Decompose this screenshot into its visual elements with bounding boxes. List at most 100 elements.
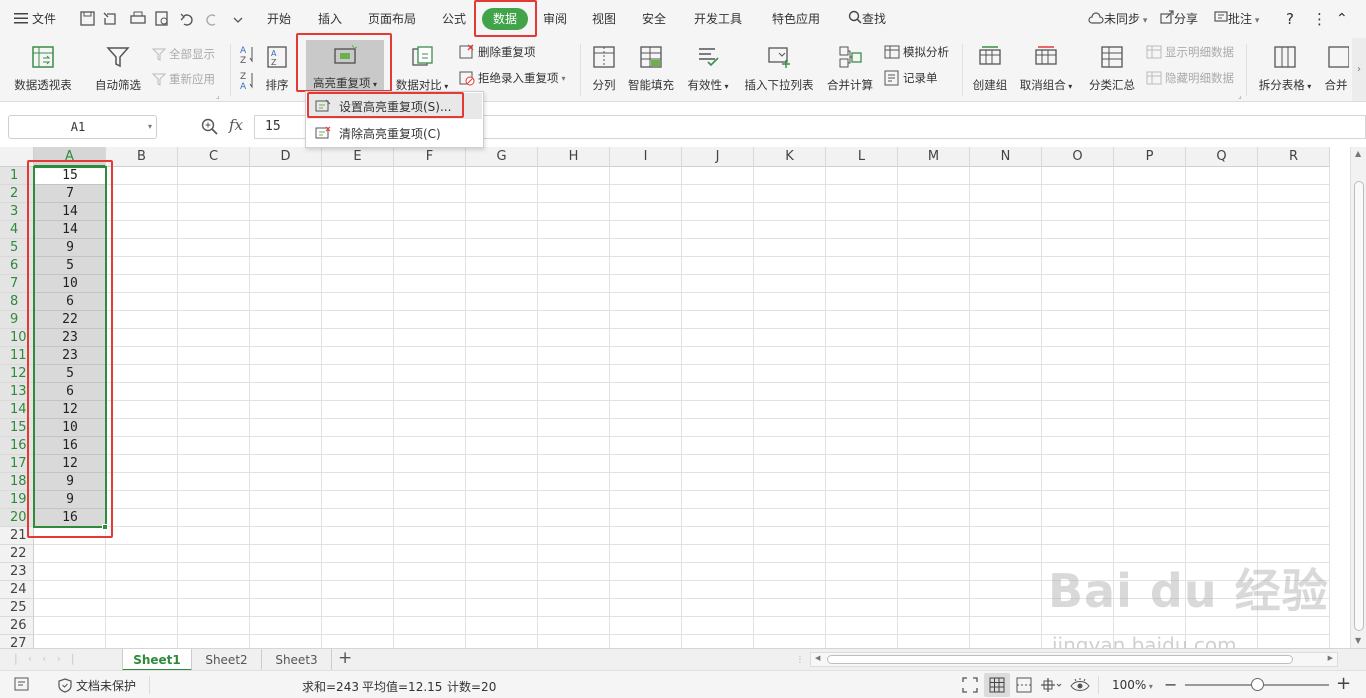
tab-developer[interactable]: 开发工具: [694, 0, 742, 38]
row-header[interactable]: 11: [0, 347, 34, 365]
column-header[interactable]: B: [106, 147, 178, 167]
cell-a8[interactable]: 6: [34, 293, 106, 311]
column-header[interactable]: Q: [1186, 147, 1258, 167]
row-header[interactable]: 9: [0, 311, 34, 329]
column-header[interactable]: L: [826, 147, 898, 167]
scroll-left-icon[interactable]: ◀: [815, 654, 820, 662]
add-sheet-icon[interactable]: +: [338, 648, 352, 668]
select-all-corner[interactable]: [0, 147, 34, 167]
column-header[interactable]: J: [682, 147, 754, 167]
document-protection-status[interactable]: 文档未保护: [58, 677, 136, 694]
row-header[interactable]: 4: [0, 221, 34, 239]
column-header[interactable]: G: [466, 147, 538, 167]
clear-highlight-duplicates-item[interactable]: 清除高亮重复项(C): [307, 120, 482, 146]
cell-a20[interactable]: 16: [34, 509, 106, 527]
row-header[interactable]: 25: [0, 599, 34, 617]
row-header[interactable]: 13: [0, 383, 34, 401]
tab-security[interactable]: 安全: [642, 0, 666, 38]
sheet-tab-2[interactable]: Sheet2: [192, 649, 262, 671]
column-header[interactable]: I: [610, 147, 682, 167]
tab-split-handle-icon[interactable]: ⋮: [796, 655, 804, 664]
scroll-right-icon[interactable]: ▶: [1328, 654, 1333, 662]
cell-a12[interactable]: 5: [34, 365, 106, 383]
cell-a5[interactable]: 9: [34, 239, 106, 257]
split-table-button[interactable]: 拆分表格 ▾: [1254, 44, 1316, 93]
column-header[interactable]: E: [322, 147, 394, 167]
cell-a14[interactable]: 12: [34, 401, 106, 419]
cell-a15[interactable]: 10: [34, 419, 106, 437]
cell-a2[interactable]: 7: [34, 185, 106, 203]
name-box[interactable]: A1 ▾: [8, 115, 157, 139]
validity-button[interactable]: 有效性 ▾: [684, 44, 732, 93]
horizontal-scroll-thumb[interactable]: [827, 655, 1293, 664]
subtotal-button[interactable]: 分类汇总: [1086, 44, 1138, 93]
sort-za-button[interactable]: ZA: [240, 70, 256, 93]
reject-duplicates-button[interactable]: 拒绝录入重复项 ▾: [459, 70, 566, 86]
row-header[interactable]: 5: [0, 239, 34, 257]
cell-a17[interactable]: 12: [34, 455, 106, 473]
zoom-level[interactable]: 100% ▾: [1112, 678, 1153, 692]
cell-a18[interactable]: 9: [34, 473, 106, 491]
page-mode-icon[interactable]: [14, 677, 32, 696]
ribbon-scroll-right-icon[interactable]: ›: [1352, 38, 1366, 101]
sheet-tab-3[interactable]: Sheet3: [262, 649, 332, 671]
normal-view-button[interactable]: [984, 673, 1010, 697]
cell-a3[interactable]: 14: [34, 203, 106, 221]
row-header[interactable]: 8: [0, 293, 34, 311]
row-header[interactable]: 3: [0, 203, 34, 221]
collapse-ribbon-icon[interactable]: ⌃: [1336, 0, 1348, 38]
row-header[interactable]: 6: [0, 257, 34, 275]
merge-table-button[interactable]: 合并: [1322, 44, 1350, 93]
row-header[interactable]: 23: [0, 563, 34, 581]
scroll-up-icon[interactable]: ▲: [1355, 149, 1361, 158]
split-column-button[interactable]: 分列: [588, 44, 620, 93]
share-button[interactable]: 分享: [1160, 0, 1198, 38]
record-form-button[interactable]: 记录单: [884, 70, 938, 86]
row-header[interactable]: 1: [0, 167, 34, 185]
create-group-button[interactable]: 创建组: [970, 44, 1010, 93]
zoom-in-icon[interactable]: +: [1336, 673, 1351, 694]
row-header[interactable]: 21: [0, 527, 34, 545]
search-button[interactable]: 查找: [848, 0, 886, 38]
cell-a1[interactable]: 15: [34, 167, 106, 185]
cell-a19[interactable]: 9: [34, 491, 106, 509]
tab-insert[interactable]: 插入: [318, 0, 342, 38]
row-header[interactable]: 27: [0, 635, 34, 648]
row-header[interactable]: 26: [0, 617, 34, 635]
sync-status[interactable]: 未同步 ▾: [1088, 0, 1147, 38]
cell-a10[interactable]: 23: [34, 329, 106, 347]
cell-a9[interactable]: 22: [34, 311, 106, 329]
tab-view[interactable]: 视图: [592, 0, 616, 38]
row-header[interactable]: 16: [0, 437, 34, 455]
row-header[interactable]: 18: [0, 473, 34, 491]
cell-a16[interactable]: 16: [34, 437, 106, 455]
help-button[interactable]: ?: [1286, 0, 1294, 38]
horizontal-scrollbar[interactable]: ◀ ▶: [810, 652, 1338, 667]
tab-formula[interactable]: 公式: [442, 0, 466, 38]
comment-button[interactable]: 批注 ▾: [1214, 0, 1259, 38]
insert-dropdown-list-button[interactable]: 插入下拉列表: [740, 44, 818, 93]
insert-function-button[interactable]: fx: [229, 116, 243, 134]
column-header[interactable]: C: [178, 147, 250, 167]
row-header[interactable]: 15: [0, 419, 34, 437]
row-header[interactable]: 19: [0, 491, 34, 509]
row-header[interactable]: 24: [0, 581, 34, 599]
delete-duplicates-button[interactable]: 删除重复项: [459, 44, 536, 60]
column-header[interactable]: R: [1258, 147, 1330, 167]
file-menu[interactable]: 文件: [14, 0, 56, 38]
fill-handle[interactable]: [102, 524, 108, 530]
row-header[interactable]: 14: [0, 401, 34, 419]
row-header[interactable]: 7: [0, 275, 34, 293]
consolidate-button[interactable]: 合并计算: [824, 44, 876, 93]
zoom-out-icon[interactable]: −: [1164, 675, 1177, 694]
row-header[interactable]: 17: [0, 455, 34, 473]
data-compare-button[interactable]: 数据对比 ▾: [392, 44, 452, 93]
vertical-scroll-thumb[interactable]: [1354, 181, 1364, 631]
scroll-down-icon[interactable]: ▼: [1355, 636, 1361, 645]
ungroup-button[interactable]: 取消组合 ▾: [1016, 44, 1076, 93]
row-header[interactable]: 2: [0, 185, 34, 203]
row-header[interactable]: 10: [0, 329, 34, 347]
autofilter-button[interactable]: 自动筛选: [90, 44, 146, 93]
highlight-duplicates-button[interactable]: 高亮重复项 ▾: [306, 40, 384, 90]
tab-page-layout[interactable]: 页面布局: [368, 0, 416, 38]
